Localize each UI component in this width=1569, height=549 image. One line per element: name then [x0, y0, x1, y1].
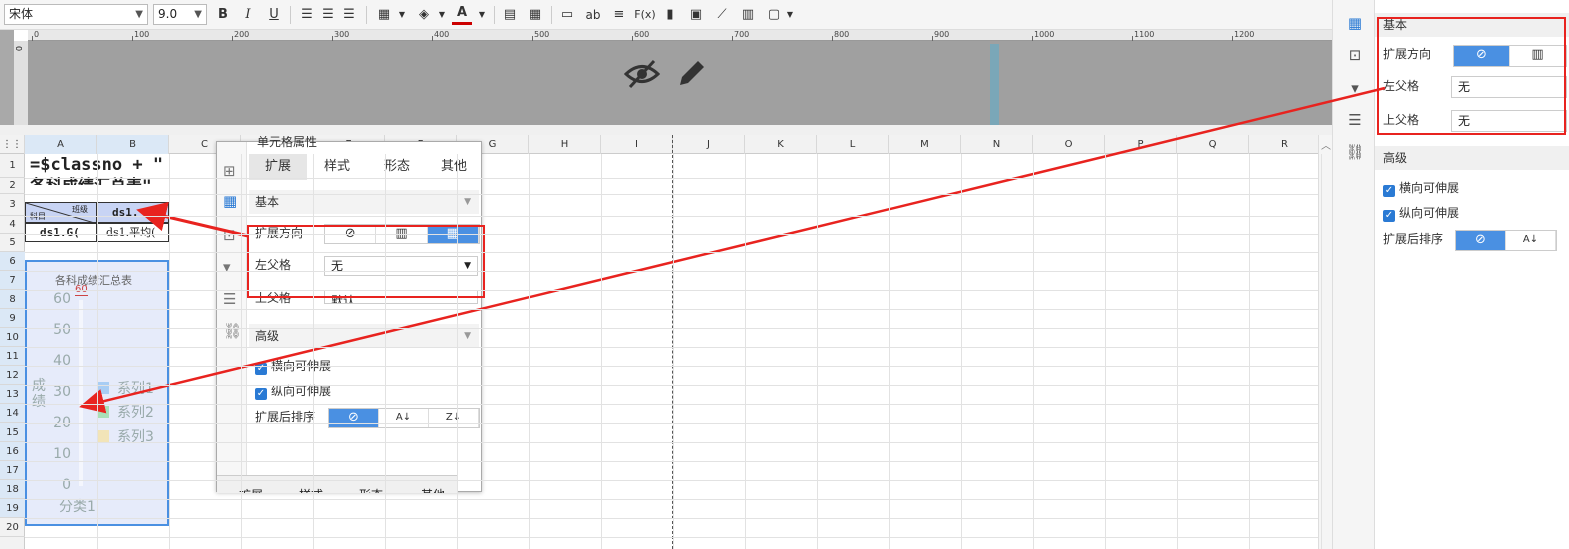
- grid-line: [601, 154, 602, 549]
- grid-line: [313, 154, 314, 549]
- grid-line: [25, 178, 1318, 179]
- grid-line: [817, 154, 818, 549]
- grid-line: [25, 271, 1318, 272]
- grid-line: [1105, 154, 1106, 549]
- grid-line: [97, 154, 98, 549]
- grid-line: [25, 480, 1318, 481]
- grid-line: [25, 537, 1318, 538]
- arrow-to-cell-b3: [136, 201, 249, 238]
- grid-line: [1033, 154, 1034, 549]
- grid-line: [529, 154, 530, 549]
- grid-line: [25, 442, 1318, 443]
- grid-line: [25, 234, 1318, 235]
- grid-line: [385, 154, 386, 549]
- grid-line: [241, 154, 242, 549]
- grid-line: [25, 216, 1318, 217]
- grid-line: [25, 290, 1318, 291]
- grid-line: [673, 154, 674, 549]
- grid-line: [25, 518, 1318, 519]
- grid-line: [25, 366, 1318, 367]
- grid-line: [25, 194, 1318, 195]
- grid-line: [25, 385, 1318, 386]
- grid-line: [961, 154, 962, 549]
- grid-line: [25, 328, 1318, 329]
- grid-line: [1177, 154, 1178, 549]
- grid-line: [1249, 154, 1250, 549]
- grid-line: [25, 499, 1318, 500]
- grid-line: [889, 154, 890, 549]
- grid-line: [25, 461, 1318, 462]
- grid-line: [1321, 154, 1322, 549]
- grid-line: [457, 154, 458, 549]
- grid-line: [25, 423, 1318, 424]
- grid-line: [169, 154, 170, 549]
- grid-line: [25, 404, 1318, 405]
- annotation-arrows: [79, 86, 1386, 414]
- grid-line: [25, 347, 1318, 348]
- grid-line: [745, 154, 746, 549]
- arrow-to-chart: [79, 86, 1386, 414]
- grid-line: [25, 252, 1318, 253]
- grid-line: [25, 309, 1318, 310]
